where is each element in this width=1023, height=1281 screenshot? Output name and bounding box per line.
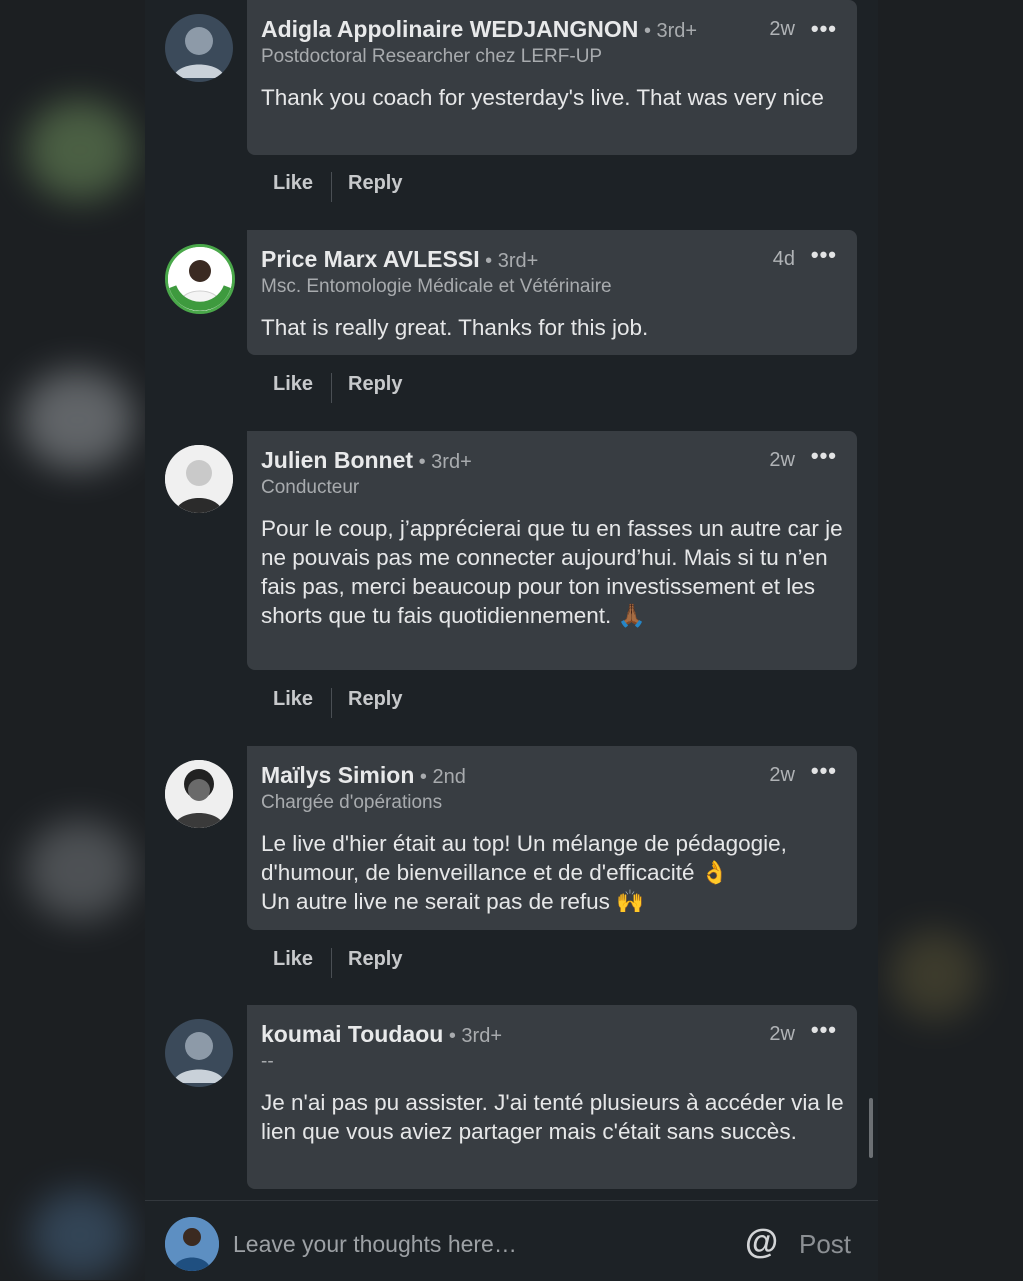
reply-button[interactable]: Reply bbox=[348, 688, 402, 711]
scrollbar-thumb[interactable] bbox=[869, 1098, 873, 1158]
commenter-name[interactable]: Price Marx AVLESSI • 3rd+ bbox=[261, 246, 538, 273]
comments-panel: Adigla Appolinaire WEDJANGNON • 3rd+ 2w … bbox=[145, 0, 878, 1281]
comment-bubble: Julien Bonnet • 3rd+ 2w ••• Conducteur P… bbox=[247, 431, 857, 670]
divider bbox=[331, 948, 332, 978]
blurred-shape bbox=[890, 930, 980, 1020]
like-button[interactable]: Like bbox=[273, 373, 313, 396]
connection-degree: • 3rd+ bbox=[443, 1025, 502, 1047]
commenter-name[interactable]: koumai Toudaou • 3rd+ bbox=[261, 1021, 502, 1048]
like-button[interactable]: Like bbox=[273, 948, 313, 971]
divider bbox=[331, 688, 332, 718]
comment-time: 2w bbox=[769, 764, 795, 786]
person-photo bbox=[165, 760, 233, 828]
connection-degree: • 3rd+ bbox=[413, 451, 472, 473]
post-button[interactable]: Post bbox=[799, 1229, 851, 1260]
commenter-name-text[interactable]: koumai Toudaou bbox=[261, 1021, 443, 1047]
connection-degree: • 3rd+ bbox=[479, 250, 539, 272]
comment-bubble: Adigla Appolinaire WEDJANGNON • 3rd+ 2w … bbox=[247, 0, 857, 155]
more-options-icon[interactable]: ••• bbox=[811, 758, 837, 784]
like-button[interactable]: Like bbox=[273, 172, 313, 195]
comment-composer: Leave your thoughts here… @ Post bbox=[145, 1200, 878, 1281]
more-options-icon[interactable]: ••• bbox=[811, 1017, 837, 1043]
comment-text: Thank you coach for yesterday's live. Th… bbox=[261, 85, 824, 110]
connection-degree: • 3rd+ bbox=[638, 20, 698, 42]
commenter-headline: Postdoctoral Researcher chez LERF-UP bbox=[261, 46, 603, 67]
comment-time: 4d bbox=[772, 248, 795, 270]
person-photo bbox=[165, 445, 233, 513]
person-photo bbox=[168, 247, 232, 311]
commenter-name[interactable]: Maïlys Simion • 2nd bbox=[261, 762, 466, 789]
comment-text: Je n'ai pas pu assister. J'ai tenté plus… bbox=[261, 1090, 844, 1144]
default-person-icon bbox=[173, 27, 225, 78]
commenter-headline: Conducteur bbox=[261, 477, 360, 498]
comment-text: Pour le coup, j’apprécierai que tu en fa… bbox=[261, 516, 843, 628]
commenter-headline: -- bbox=[261, 1051, 274, 1072]
comment-time: 2w bbox=[769, 18, 795, 40]
comment-time: 2w bbox=[769, 1023, 795, 1045]
avatar[interactable] bbox=[165, 1019, 233, 1087]
my-avatar[interactable] bbox=[165, 1217, 219, 1271]
like-button[interactable]: Like bbox=[273, 688, 313, 711]
person-photo bbox=[165, 1217, 219, 1271]
divider bbox=[331, 172, 332, 202]
comment-input[interactable]: Leave your thoughts here… bbox=[233, 1231, 517, 1258]
comment-text: That is really great. Thanks for this jo… bbox=[261, 315, 649, 340]
avatar[interactable] bbox=[165, 445, 233, 513]
mention-icon[interactable]: @ bbox=[745, 1223, 778, 1262]
commenter-headline: Msc. Entomologie Médicale et Vétérinaire bbox=[261, 276, 612, 297]
commenter-name-text[interactable]: Price Marx AVLESSI bbox=[261, 246, 480, 272]
commenter-name[interactable]: Adigla Appolinaire WEDJANGNON • 3rd+ bbox=[261, 16, 697, 43]
more-options-icon[interactable]: ••• bbox=[811, 443, 837, 469]
comment-text: Le live d'hier était au top! Un mélange … bbox=[261, 831, 787, 914]
blurred-shape bbox=[25, 820, 135, 920]
reply-button[interactable]: Reply bbox=[348, 948, 402, 971]
reply-button[interactable]: Reply bbox=[348, 172, 402, 195]
comment-bubble: Maïlys Simion • 2nd 2w ••• Chargée d'opé… bbox=[247, 746, 857, 930]
default-person-icon bbox=[173, 1032, 225, 1083]
reply-button[interactable]: Reply bbox=[348, 373, 402, 396]
comment-time: 2w bbox=[769, 449, 795, 471]
commenter-headline: Chargée d'opérations bbox=[261, 792, 443, 813]
more-options-icon[interactable]: ••• bbox=[811, 16, 837, 42]
commenter-name-text[interactable]: Maïlys Simion bbox=[261, 762, 414, 788]
divider bbox=[331, 373, 332, 403]
connection-degree: • 2nd bbox=[414, 766, 466, 788]
avatar[interactable] bbox=[165, 760, 233, 828]
blurred-shape bbox=[30, 1190, 130, 1280]
avatar[interactable] bbox=[165, 244, 235, 314]
blurred-shape bbox=[20, 370, 135, 470]
commenter-name-text[interactable]: Adigla Appolinaire WEDJANGNON bbox=[261, 16, 638, 42]
commenter-name-text[interactable]: Julien Bonnet bbox=[261, 447, 413, 473]
avatar[interactable] bbox=[165, 14, 233, 82]
more-options-icon[interactable]: ••• bbox=[811, 242, 837, 268]
comment-bubble: Price Marx AVLESSI • 3rd+ 4d ••• Msc. En… bbox=[247, 230, 857, 355]
commenter-name[interactable]: Julien Bonnet • 3rd+ bbox=[261, 447, 472, 474]
comment-bubble: koumai Toudaou • 3rd+ 2w ••• -- Je n'ai … bbox=[247, 1005, 857, 1189]
blurred-shape bbox=[25, 100, 135, 200]
